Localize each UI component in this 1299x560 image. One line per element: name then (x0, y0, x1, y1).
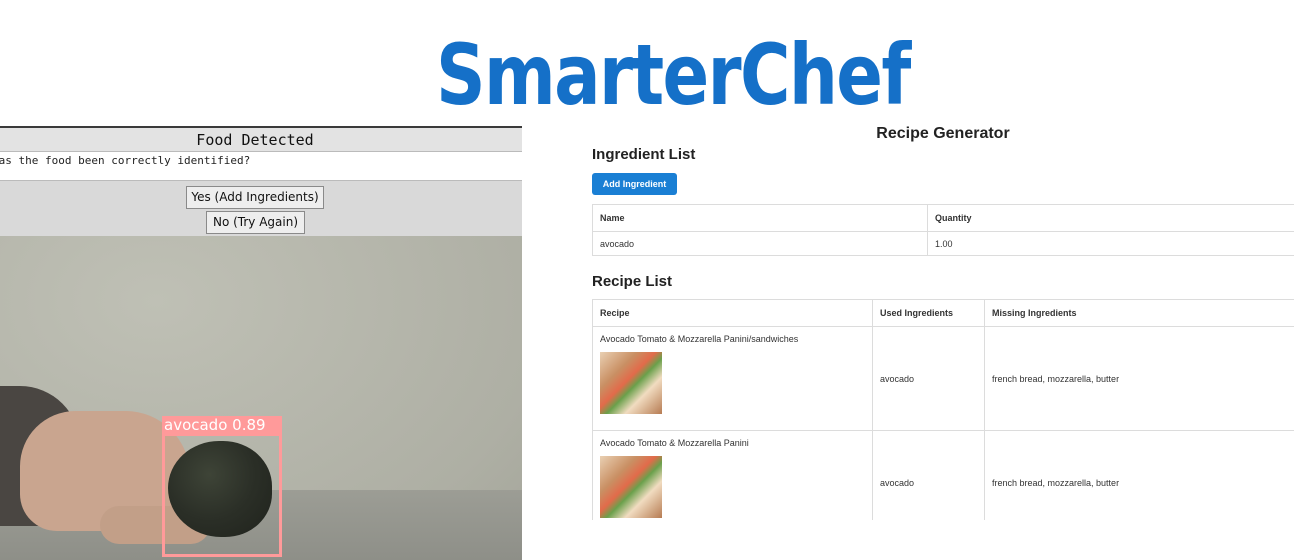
recipe-name[interactable]: Avocado Tomato & Mozzarella Panini/sandw… (600, 334, 865, 344)
recipe-generator-panel: Recipe Generator Ingredient List Add Ing… (592, 120, 1294, 520)
confirmation-question: Has the food been correctly identified? (0, 151, 522, 181)
recipe-list-heading: Recipe List (592, 273, 673, 290)
column-header-used: Used Ingredients (872, 299, 985, 327)
table-row: Avocado Tomato & Mozzarella Panini/sandw… (592, 326, 1294, 431)
ingredient-name: avocado (592, 231, 928, 256)
used-ingredients: avocado (872, 326, 985, 431)
recipe-name[interactable]: Avocado Tomato & Mozzarella Panini (600, 438, 865, 448)
missing-ingredients: french bread, mozzarella, butter (984, 326, 1294, 431)
table-row: avocado 1.00 (592, 231, 1294, 256)
recipe-thumbnail[interactable] (600, 456, 662, 518)
used-ingredients: avocado (872, 430, 985, 520)
column-header-recipe: Recipe (592, 299, 873, 327)
missing-ingredients: french bread, mozzarella, butter (984, 430, 1294, 520)
window-title: Food Detected (196, 131, 314, 149)
detection-label: avocado 0.89 (162, 416, 282, 434)
table-row: Avocado Tomato & Mozzarella Panini avoca… (592, 430, 1294, 520)
table-header-row: Recipe Used Ingredients Missing Ingredie… (592, 299, 1294, 327)
add-ingredient-button[interactable]: Add Ingredient (592, 173, 677, 195)
food-detected-window: Food Detected Has the food been correctl… (0, 126, 522, 560)
recipe-generator-heading: Recipe Generator (876, 125, 1010, 142)
question-text: Has the food been correctly identified? (0, 154, 251, 167)
app-title: SmarterChef (436, 26, 911, 124)
column-header-quantity: Quantity (927, 204, 1294, 232)
column-header-name: Name (592, 204, 928, 232)
recipe-thumbnail[interactable] (600, 352, 662, 414)
window-titlebar: Food Detected (0, 126, 522, 151)
ingredient-list-heading: Ingredient List (592, 146, 696, 163)
column-header-missing: Missing Ingredients (984, 299, 1294, 327)
yes-add-ingredients-button[interactable]: Yes (Add Ingredients) (186, 186, 324, 209)
recipe-table: Recipe Used Ingredients Missing Ingredie… (592, 299, 1294, 520)
ingredient-table: Name Quantity avocado 1.00 (592, 204, 1294, 256)
ingredient-quantity: 1.00 (927, 231, 1294, 256)
recipe-cell: Avocado Tomato & Mozzarella Panini/sandw… (592, 326, 873, 431)
table-header-row: Name Quantity (592, 204, 1294, 232)
no-try-again-button[interactable]: No (Try Again) (206, 211, 305, 234)
recipe-cell: Avocado Tomato & Mozzarella Panini (592, 430, 873, 520)
detection-bounding-box (162, 433, 282, 557)
